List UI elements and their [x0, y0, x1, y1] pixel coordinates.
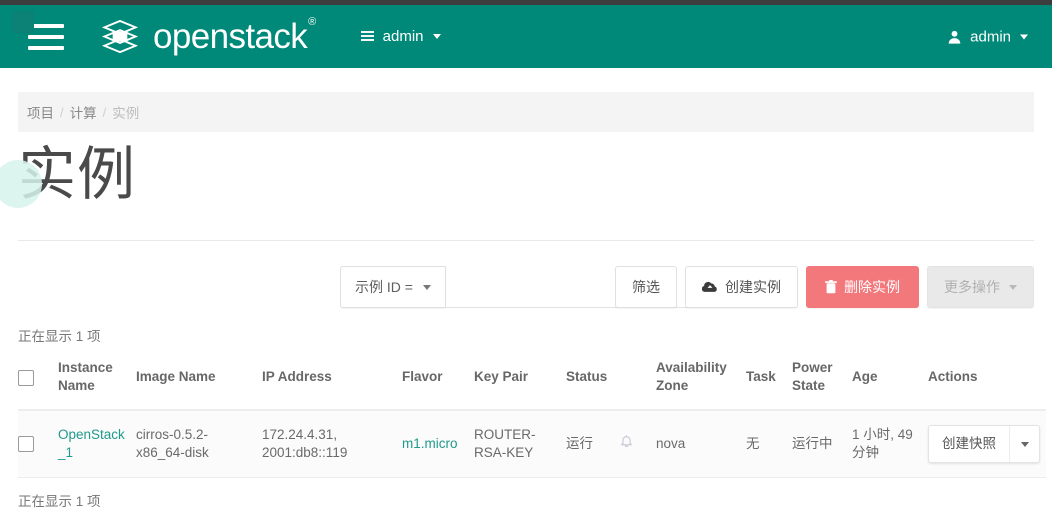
openstack-brand-logo[interactable]: openstack®	[98, 15, 316, 59]
select-all-checkbox[interactable]	[18, 369, 34, 386]
user-menu-label: admin	[970, 28, 1011, 45]
column-header-status[interactable]: Status	[566, 355, 620, 412]
table-header-row: Instance Name Image Name IP Address Flav…	[18, 355, 1046, 412]
column-header-availability-zone[interactable]: Availability Zone	[656, 355, 746, 412]
main-navbar: openstack® admin admin	[0, 5, 1052, 68]
column-header-alarm	[620, 355, 656, 412]
page-title: 实例	[18, 142, 137, 207]
record-count-top: 正在显示 1 项	[18, 329, 101, 344]
user-icon	[947, 29, 962, 44]
window-corner-marker	[12, 11, 34, 33]
more-actions-button[interactable]: 更多操作	[927, 266, 1034, 308]
column-header-actions: Actions	[928, 355, 1046, 412]
project-switcher-label: admin	[382, 28, 424, 45]
column-header-key-pair[interactable]: Key Pair	[474, 355, 566, 412]
row-action-split-button: 创建快照	[928, 425, 1040, 464]
brand-wordmark: openstack®	[153, 16, 316, 56]
table-head: Instance Name Image Name IP Address Flav…	[18, 355, 1046, 412]
cell-actions: 创建快照	[928, 410, 1046, 479]
cell-status: 运行	[566, 410, 620, 479]
column-header-image-name[interactable]: Image Name	[136, 355, 262, 412]
trash-icon	[825, 280, 837, 294]
breadcrumb-item-instances: 实例	[112, 106, 140, 121]
page-header: 实例	[0, 138, 1034, 241]
cell-availability-zone: nova	[656, 410, 746, 479]
column-header-ip-address[interactable]: IP Address	[262, 355, 402, 412]
column-header-power-state[interactable]: Power State	[792, 355, 852, 412]
table-body: OpenStack_1 cirros-0.5.2-x86_64-disk 172…	[18, 410, 1046, 479]
title-divider	[18, 240, 1034, 241]
brand-text: openstack	[153, 17, 308, 56]
chevron-down-icon	[1009, 284, 1017, 290]
select-all-header	[18, 355, 58, 412]
chevron-down-icon	[1020, 34, 1028, 39]
cell-instance-name: OpenStack_1	[58, 410, 136, 479]
grid-icon	[360, 31, 374, 42]
chevron-down-icon	[422, 284, 431, 290]
delete-instance-button-label: 删除实例	[844, 279, 900, 295]
filter-field-select[interactable]: 示例 ID =	[340, 266, 446, 308]
table-toolbar: 示例 ID = 筛选 创建实例 删除实例 更多操作	[18, 266, 1034, 310]
column-header-flavor[interactable]: Flavor	[402, 355, 474, 412]
breadcrumb: 项目 / 计算 / 实例	[18, 92, 1034, 132]
filter-button-label: 筛选	[632, 279, 660, 295]
instances-table-wrapper: Instance Name Image Name IP Address Flav…	[18, 355, 1046, 479]
instances-table: Instance Name Image Name IP Address Flav…	[18, 355, 1046, 479]
user-menu[interactable]: admin	[947, 28, 1028, 45]
bell-icon	[620, 434, 633, 454]
cell-age: 1 小时, 49 分钟	[852, 410, 928, 479]
brand-registered-mark: ®	[308, 16, 316, 29]
breadcrumb-item-project[interactable]: 项目	[27, 102, 54, 122]
breadcrumb-separator: /	[102, 104, 107, 120]
cloud-upload-icon	[702, 281, 718, 294]
row-select-checkbox[interactable]	[18, 436, 34, 453]
flavor-link[interactable]: m1.micro	[402, 436, 458, 451]
more-actions-button-label: 更多操作	[944, 279, 1000, 295]
create-snapshot-button[interactable]: 创建快照	[929, 426, 1009, 462]
cell-flavor: m1.micro	[402, 410, 474, 479]
column-header-instance-name[interactable]: Instance Name	[58, 355, 136, 412]
create-instance-button[interactable]: 创建实例	[685, 266, 798, 308]
delete-instance-button[interactable]: 删除实例	[806, 266, 919, 308]
chevron-down-icon	[432, 34, 441, 39]
table-row: OpenStack_1 cirros-0.5.2-x86_64-disk 172…	[18, 410, 1046, 479]
cell-key-pair: ROUTER-RSA-KEY	[474, 410, 566, 479]
instance-name-link[interactable]: OpenStack_1	[58, 427, 125, 461]
breadcrumb-separator: /	[60, 104, 64, 120]
row-actions-dropdown-toggle[interactable]	[1009, 426, 1039, 463]
openstack-logo-icon	[101, 19, 139, 53]
cell-ip-address: 172.24.4.31, 2001:db8::119	[262, 410, 402, 479]
breadcrumb-item-compute[interactable]: 计算	[70, 102, 97, 122]
toolbar-actions: 筛选 创建实例 删除实例 更多操作	[615, 266, 1034, 308]
row-select-cell	[18, 410, 58, 479]
column-header-age[interactable]: Age	[852, 355, 928, 412]
project-switcher[interactable]: admin	[360, 28, 441, 45]
filter-field-select-label: 示例 ID =	[355, 279, 413, 295]
cell-alarm	[620, 410, 656, 479]
cell-image-name: cirros-0.5.2-x86_64-disk	[136, 410, 262, 479]
record-count-bottom: 正在显示 1 项	[18, 494, 101, 509]
create-instance-button-label: 创建实例	[725, 279, 781, 295]
column-header-task[interactable]: Task	[746, 355, 792, 412]
cell-power-state: 运行中	[792, 410, 852, 479]
filter-button[interactable]: 筛选	[615, 266, 677, 308]
cell-task: 无	[746, 410, 792, 479]
chevron-down-icon	[1020, 441, 1029, 447]
